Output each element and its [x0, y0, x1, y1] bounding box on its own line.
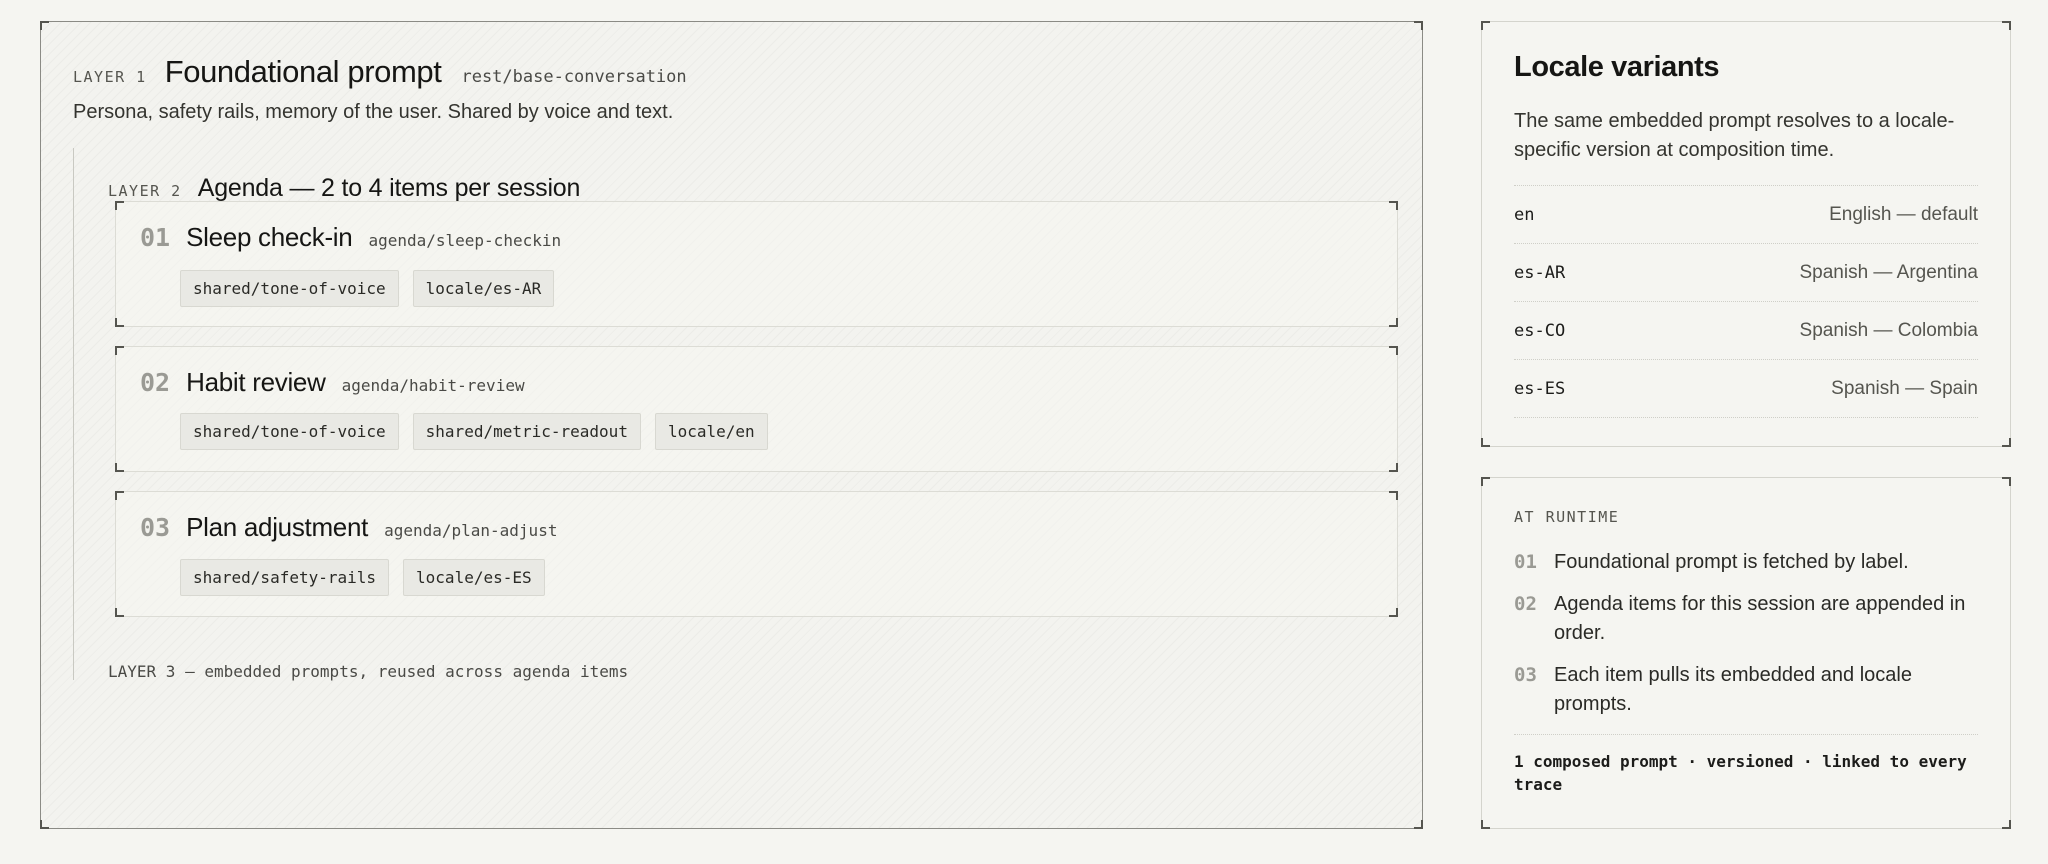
locale-list: en English — default es-AR Spanish — Arg… — [1514, 185, 1978, 418]
layer1-header: LAYER 1 Foundational prompt rest/base-co… — [73, 54, 687, 90]
agenda-item-path[interactable]: agenda/habit-review — [342, 376, 525, 395]
locale-row-es-ar[interactable]: es-AR Spanish — Argentina — [1514, 244, 1978, 302]
locale-variants-panel: Locale variants The same embedded prompt… — [1481, 21, 2011, 447]
agenda-title: Agenda — 2 to 4 items per session — [197, 174, 581, 202]
embedded-prompt-chip[interactable]: shared/metric-readout — [412, 413, 641, 450]
agenda-item-title: Habit review — [186, 367, 326, 397]
locale-row-en[interactable]: en English — default — [1514, 186, 1978, 244]
locale-code: es-CO — [1514, 320, 1566, 341]
layer3-note: LAYER 3 — embedded prompts, reused acros… — [108, 662, 629, 681]
foundational-prompt-path[interactable]: rest/base-conversation — [461, 67, 686, 87]
step-text: Agenda items for this session are append… — [1554, 593, 1966, 644]
layer1-tag: LAYER 1 — [73, 68, 147, 86]
locale-code: es-AR — [1514, 262, 1566, 283]
agenda-item-title: Sleep check-in — [186, 222, 353, 252]
locale-variants-title: Locale variants — [1514, 51, 1720, 83]
locale-code: en — [1514, 204, 1535, 225]
layer2-tag: LAYER 2 — [108, 182, 182, 200]
foundational-prompt-title: Foundational prompt — [164, 54, 442, 89]
locale-row-es-co[interactable]: es-CO Spanish — Colombia — [1514, 302, 1978, 360]
agenda-item-number: 02 — [140, 368, 171, 397]
foundational-prompt-panel: LAYER 1 Foundational prompt rest/base-co… — [40, 21, 1423, 829]
agenda-item-habit-review[interactable]: 02 Habit review agenda/habit-review shar… — [115, 346, 1398, 472]
runtime-panel: AT RUNTIME 01 Foundational prompt is fet… — [1481, 477, 2011, 829]
runtime-footer: 1 composed prompt · versioned · linked t… — [1514, 734, 1978, 796]
step-number: 02 — [1514, 593, 1537, 615]
step-text: Each item pulls its embedded and locale … — [1554, 664, 1912, 715]
agenda-item-number: 01 — [140, 223, 171, 252]
locale-prompt-chip[interactable]: locale/en — [654, 413, 768, 450]
step-text: Foundational prompt is fetched by label. — [1554, 551, 1909, 573]
embedded-prompt-chip[interactable]: shared/safety-rails — [180, 559, 390, 596]
runtime-label: AT RUNTIME — [1514, 508, 1620, 526]
locale-code: es-ES — [1514, 378, 1566, 399]
locale-prompt-chip[interactable]: locale/es-ES — [403, 559, 545, 596]
locale-prompt-chip[interactable]: locale/es-AR — [412, 270, 555, 307]
agenda-item-title: Plan adjustment — [186, 512, 369, 542]
agenda-item-sleep-checkin[interactable]: 01 Sleep check-in agenda/sleep-checkin s… — [115, 201, 1398, 327]
locale-name: English — default — [1829, 203, 1978, 225]
runtime-steps: 01 Foundational prompt is fetched by lab… — [1514, 548, 1984, 732]
locale-variants-description: The same embedded prompt resolves to a l… — [1514, 110, 1955, 161]
runtime-step: 02 Agenda items for this session are app… — [1514, 590, 1984, 648]
locale-row-es-es[interactable]: es-ES Spanish — Spain — [1514, 360, 1978, 418]
locale-name: Spanish — Spain — [1831, 377, 1978, 399]
foundational-prompt-description: Persona, safety rails, memory of the use… — [73, 101, 674, 123]
agenda-item-path[interactable]: agenda/sleep-checkin — [368, 231, 561, 250]
layer2-header: LAYER 2 Agenda — 2 to 4 items per sessio… — [108, 174, 580, 203]
locale-name: Spanish — Colombia — [1799, 319, 1978, 341]
agenda-item-plan-adjustment[interactable]: 03 Plan adjustment agenda/plan-adjust sh… — [115, 491, 1398, 617]
agenda-item-path[interactable]: agenda/plan-adjust — [384, 521, 557, 540]
runtime-step: 03 Each item pulls its embedded and loca… — [1514, 661, 1984, 719]
step-number: 03 — [1514, 664, 1537, 686]
embedded-prompt-chip[interactable]: shared/tone-of-voice — [180, 413, 399, 450]
locale-name: Spanish — Argentina — [1799, 261, 1978, 283]
runtime-step: 01 Foundational prompt is fetched by lab… — [1514, 548, 1984, 577]
agenda-item-number: 03 — [140, 513, 171, 542]
step-number: 01 — [1514, 551, 1537, 573]
embedded-prompt-chip[interactable]: shared/tone-of-voice — [180, 270, 399, 307]
